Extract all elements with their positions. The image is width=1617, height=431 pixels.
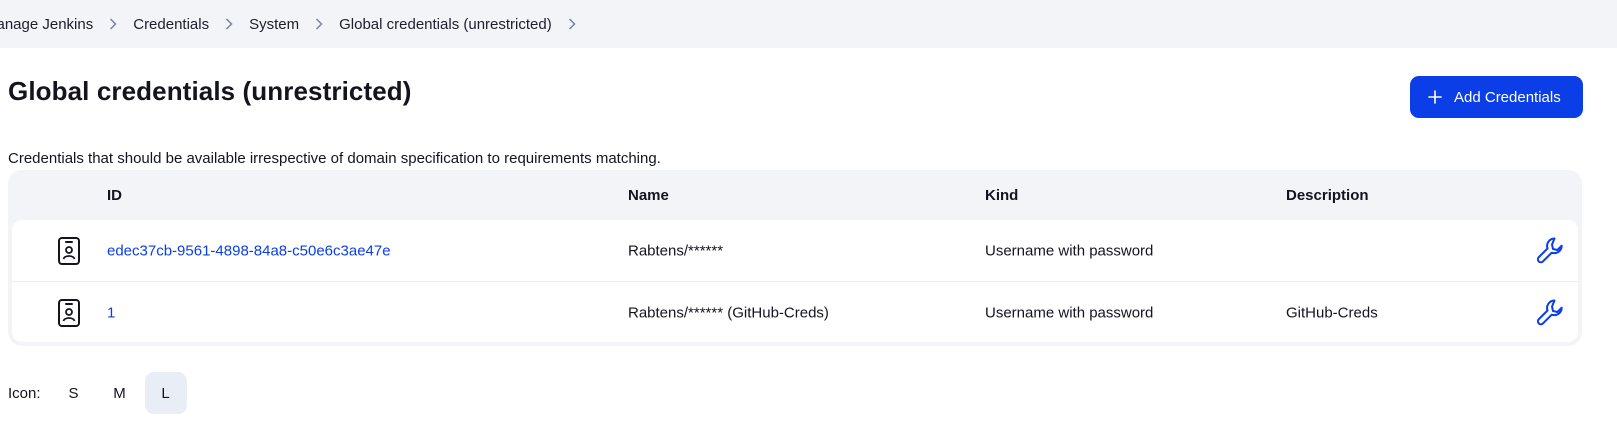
credential-name: Rabtens/****** [628, 242, 724, 259]
breadcrumb-bar: Manage Jenkins Credentials System Global… [0, 0, 1617, 48]
table-header: ID Name Kind Description [12, 170, 1578, 220]
chevron-right-icon [225, 18, 233, 30]
page-description: Credentials that should be available irr… [8, 150, 661, 167]
credential-name: Rabtens/****** (GitHub-Creds) [628, 304, 829, 321]
column-header-kind[interactable]: Kind [985, 187, 1018, 204]
breadcrumb-item-manage-jenkins[interactable]: Manage Jenkins [0, 16, 93, 33]
credential-id-link[interactable]: edec37cb-9561-4898-84a8-c50e6c3ae47e [107, 242, 391, 259]
wrench-icon[interactable] [1534, 234, 1568, 268]
table-row: 1 Rabtens/****** (GitHub-Creds) Username… [12, 281, 1578, 342]
credential-description: GitHub-Creds [1286, 304, 1378, 321]
column-header-description[interactable]: Description [1286, 187, 1369, 204]
table-body: edec37cb-9561-4898-84a8-c50e6c3ae47e Rab… [12, 220, 1578, 342]
icon-size-large-button[interactable]: L [144, 372, 187, 414]
column-header-name[interactable]: Name [628, 187, 669, 204]
page-title: Global credentials (unrestricted) [8, 76, 412, 106]
table-row: edec37cb-9561-4898-84a8-c50e6c3ae47e Rab… [12, 220, 1578, 281]
add-credentials-label: Add Credentials [1454, 88, 1561, 106]
column-header-id[interactable]: ID [107, 187, 122, 204]
credential-badge-icon [58, 298, 80, 327]
chevron-right-icon [109, 18, 117, 30]
credential-badge-icon [58, 236, 80, 265]
plus-icon [1428, 90, 1442, 104]
icon-size-medium-button[interactable]: M [99, 372, 141, 414]
icon-size-label: Icon: [8, 384, 41, 402]
breadcrumb-item-system[interactable]: System [249, 16, 299, 33]
wrench-icon[interactable] [1534, 296, 1568, 330]
credential-id-link[interactable]: 1 [107, 304, 115, 321]
credential-kind: Username with password [985, 242, 1154, 259]
icon-size-small-button[interactable]: S [53, 372, 95, 414]
add-credentials-button[interactable]: Add Credentials [1410, 76, 1583, 118]
credential-kind: Username with password [985, 304, 1154, 321]
breadcrumb-item-global-credentials[interactable]: Global credentials (unrestricted) [339, 16, 552, 33]
breadcrumb-item-credentials[interactable]: Credentials [133, 16, 209, 33]
chevron-right-icon[interactable] [568, 18, 576, 30]
chevron-right-icon [315, 18, 323, 30]
credentials-table: ID Name Kind Description edec37cb-9561-4… [8, 170, 1582, 346]
breadcrumb: Manage Jenkins Credentials System Global… [0, 16, 592, 33]
icon-size-selector: Icon: S M L [8, 372, 191, 414]
